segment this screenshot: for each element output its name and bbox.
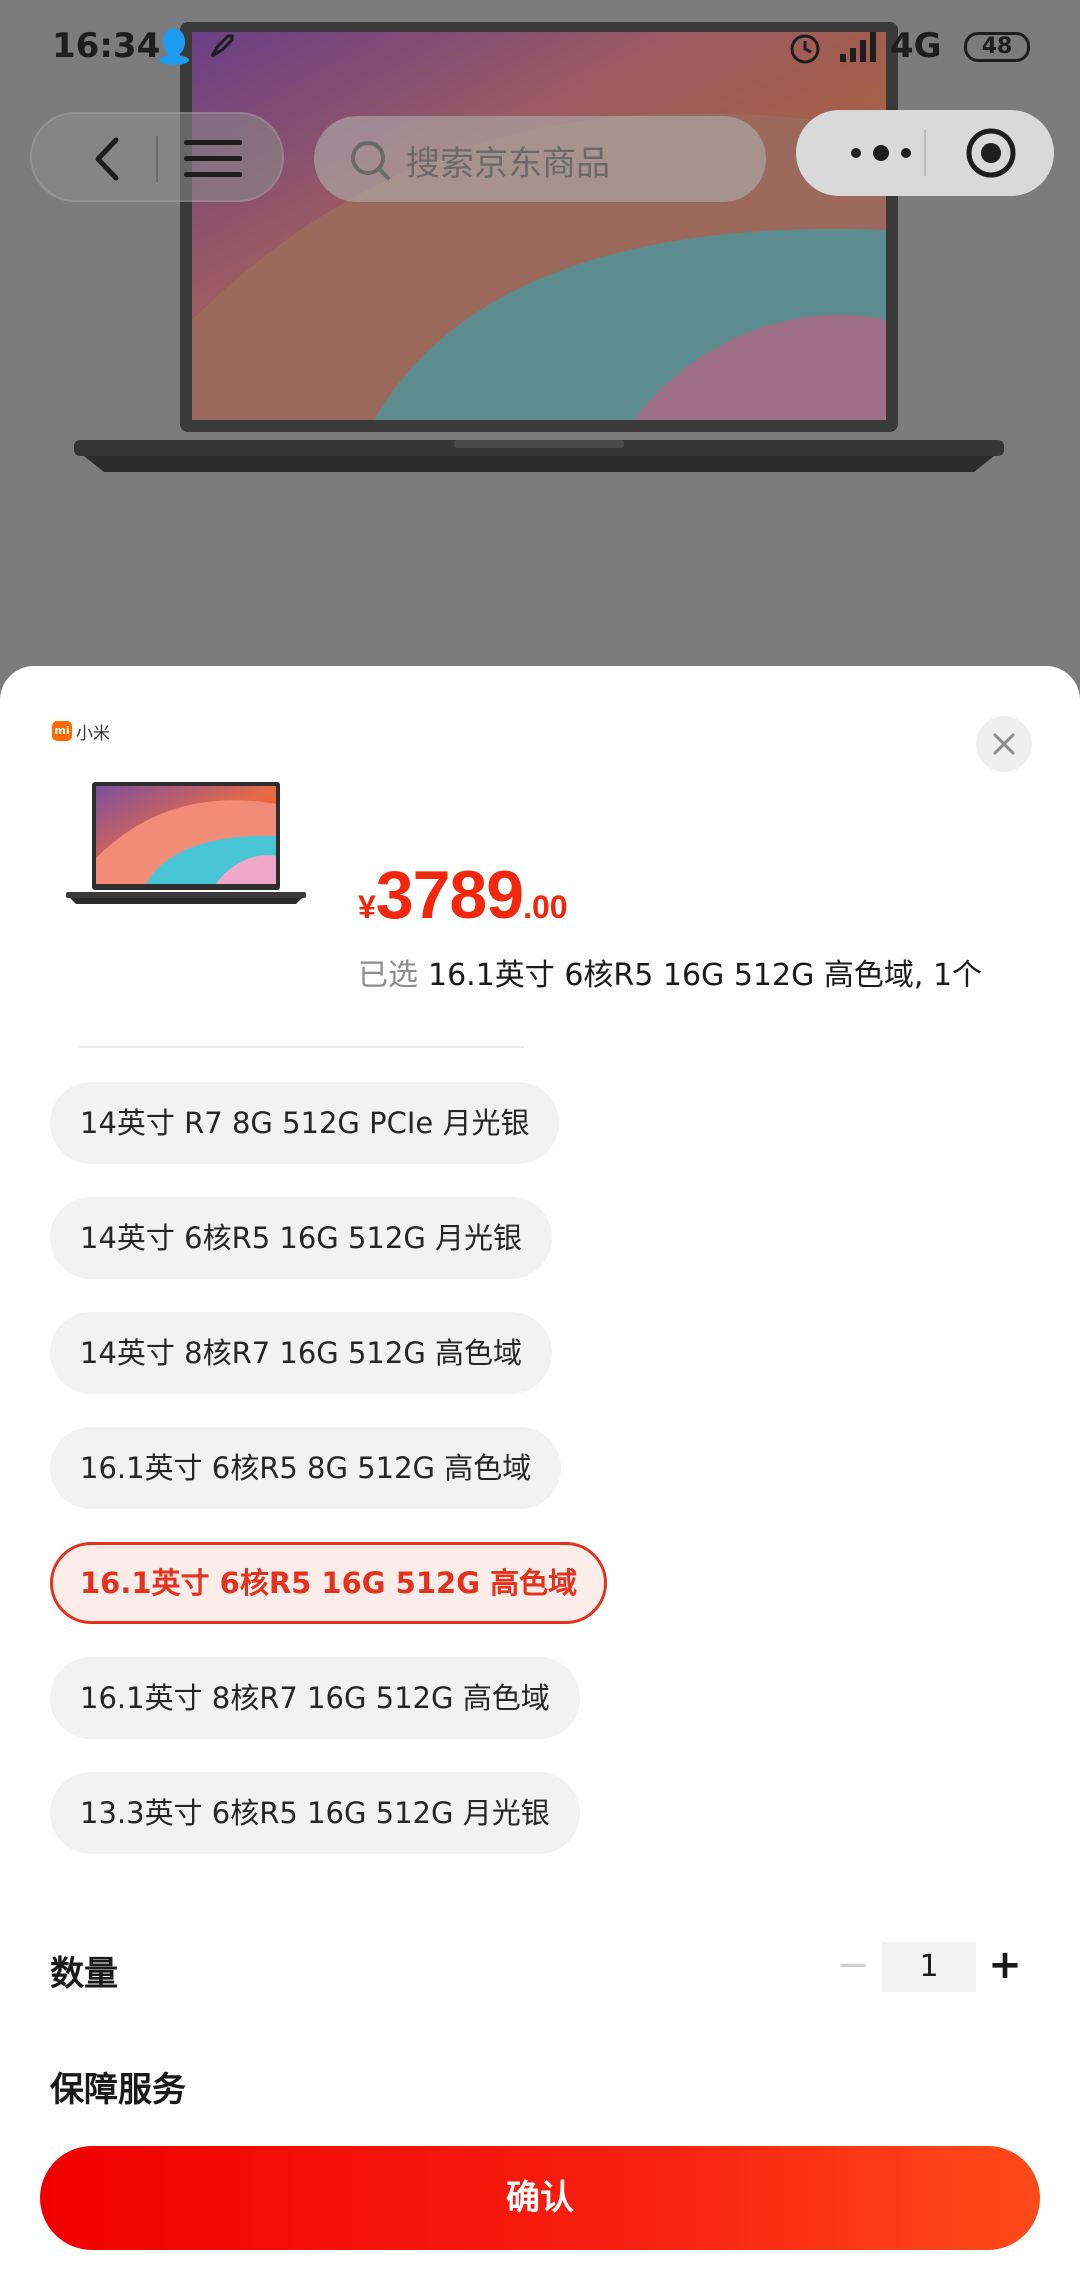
spec-option[interactable]: 16.1英寸 8核R7 16G 512G 高色域 [50, 1657, 580, 1739]
nav-capsule [30, 112, 284, 202]
price: ¥3789.00 [358, 856, 568, 934]
divider [78, 1046, 524, 1048]
sku-selection-sheet: mi 小米 ¥3789.00 已选 16.1英寸 6核R5 16G 512G 高色… [0, 666, 1080, 2280]
quantity-increase-button[interactable]: + [988, 1942, 1022, 1988]
product-thumbnail[interactable] [66, 778, 306, 908]
service-section-title: 保障服务 [50, 2070, 186, 2110]
selected-value: 16.1英寸 6核R5 16G 512G 高色域, 1个 [428, 958, 983, 993]
close-miniprogram-icon[interactable] [964, 126, 1018, 180]
price-currency: ¥ [358, 889, 376, 925]
confirm-button[interactable]: 确认 [40, 2146, 1040, 2250]
search-input[interactable]: 搜索京东商品 [314, 116, 766, 202]
back-arrow-icon[interactable] [84, 134, 134, 184]
more-icon[interactable] [848, 136, 914, 170]
close-button[interactable] [976, 716, 1032, 772]
spec-option[interactable]: 16.1英寸 6核R5 8G 512G 高色域 [50, 1427, 562, 1509]
quantity-input[interactable]: 1 [882, 1942, 976, 1992]
spec-option[interactable]: 13.3英寸 6核R5 16G 512G 月光银 [50, 1772, 580, 1854]
capsule-divider [924, 130, 926, 176]
battery-level: 48 [964, 32, 1030, 62]
nav-divider [156, 136, 158, 182]
search-placeholder: 搜索京东商品 [406, 144, 610, 184]
selected-summary: 已选 16.1英寸 6核R5 16G 512G 高色域, 1个 [358, 950, 982, 994]
product-page-backdrop[interactable] [0, 0, 1080, 700]
signal-icon [840, 32, 876, 62]
qq-penguin-icon [159, 28, 189, 65]
rocket-icon [210, 34, 234, 58]
xiaomi-logo-icon: mi [52, 721, 72, 741]
price-integer: 3789 [375, 857, 524, 933]
quantity-label: 数量 [50, 1954, 118, 1994]
selected-label: 已选 [358, 958, 418, 993]
search-icon [351, 141, 390, 180]
quantity-decrease-button[interactable]: − [836, 1942, 870, 1988]
menu-icon[interactable] [182, 136, 244, 182]
spec-option-selected[interactable]: 16.1英寸 6核R5 16G 512G 高色域 [50, 1542, 608, 1624]
spec-option[interactable]: 14英寸 6核R5 16G 512G 月光银 [50, 1197, 553, 1279]
brand-tag: mi 小米 [52, 718, 110, 744]
status-bar: 16:34 4G 48 [0, 0, 1080, 96]
spec-option[interactable]: 14英寸 8核R7 16G 512G 高色域 [50, 1312, 553, 1394]
miniprogram-capsule [796, 110, 1054, 196]
network-type: 4G [890, 26, 942, 66]
spec-option[interactable]: 14英寸 R7 8G 512G PCIe 月光银 [50, 1082, 560, 1164]
price-decimal: .00 [523, 889, 568, 925]
status-time: 16:34 [52, 26, 161, 66]
brand-name: 小米 [76, 723, 110, 744]
alarm-icon [790, 34, 820, 64]
close-icon [993, 733, 1015, 755]
